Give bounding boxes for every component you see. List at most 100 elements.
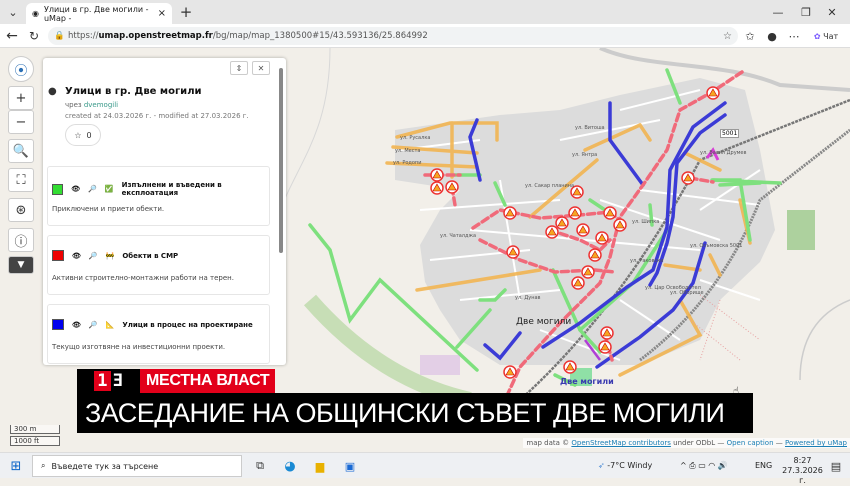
- eye-icon[interactable]: 👁: [72, 321, 81, 329]
- construction-marker-icon[interactable]: [706, 86, 720, 100]
- zoom-in-button[interactable]: +: [8, 86, 34, 110]
- star-icon: ☆: [74, 130, 82, 140]
- construction-marker-icon[interactable]: [503, 206, 517, 220]
- panel-scrollbar[interactable]: [278, 64, 284, 354]
- star-button[interactable]: ☆ 0: [65, 124, 101, 146]
- layer-title[interactable]: Обекти в СМР: [122, 252, 178, 260]
- language-indicator[interactable]: ENG: [755, 461, 772, 470]
- expand-panel-button[interactable]: ⇕: [230, 61, 248, 75]
- more-controls-icon[interactable]: ▼: [8, 256, 34, 274]
- outlook-icon[interactable]: ▣: [340, 456, 360, 476]
- construction-marker-icon[interactable]: [545, 225, 559, 239]
- search-icon[interactable]: 🔍: [8, 139, 34, 163]
- back-button[interactable]: ←: [2, 26, 22, 46]
- street-label: ул. Васил Друмев: [700, 150, 747, 156]
- layer-color-swatch: [52, 183, 64, 195]
- start-button[interactable]: ⊞: [6, 456, 26, 476]
- scale-ft: 1000 ft: [10, 436, 60, 446]
- street-label: ул. Родопи: [393, 160, 422, 166]
- construction-marker-icon[interactable]: [576, 223, 590, 237]
- layer-description: Приключени и приети обекти.: [52, 205, 165, 213]
- edge-icon[interactable]: ◕: [280, 456, 300, 476]
- street-label: ул. Витоша: [575, 125, 605, 131]
- maximize-button[interactable]: ❐: [796, 2, 816, 22]
- construction-marker-icon[interactable]: [563, 360, 577, 374]
- close-window-button[interactable]: ✕: [822, 2, 842, 22]
- umap-home-icon[interactable]: ⦿: [8, 56, 34, 82]
- construction-marker-icon[interactable]: [555, 216, 569, 230]
- info-icon[interactable]: ⓘ: [8, 228, 34, 252]
- author-link[interactable]: dvemogili: [84, 101, 118, 109]
- new-tab-button[interactable]: +: [176, 2, 196, 22]
- layer-card: 👁 🔎 🚧 Обекти в СМР Активни строително-монтаж…: [47, 235, 270, 295]
- street-label: ул. Янтра: [572, 152, 598, 158]
- map-title: Улици в гр. Две могили: [65, 86, 202, 97]
- notifications-icon[interactable]: ▤: [826, 456, 846, 476]
- copilot-button[interactable]: ✿ Чат: [806, 26, 846, 46]
- layer-card: 👁 🔎 ✅ Изпълнени и въведени в експлоатация Пр…: [47, 166, 270, 226]
- tab-umap[interactable]: ◉ Улици в гр. Две могили - uMap - ×: [26, 3, 172, 24]
- headline: ЗАСЕДАНИЕ НА ОБЩИНСКИ СЪВЕТ ДВЕ МОГИЛИ: [77, 393, 753, 433]
- fullscreen-icon[interactable]: ⛶: [8, 168, 34, 192]
- construction-marker-icon[interactable]: [600, 326, 614, 340]
- map-dates: created at 24.03.2026 г. - modified at 2…: [65, 112, 249, 120]
- construction-marker-icon[interactable]: [506, 245, 520, 259]
- channel-logo: 1Ǝ: [77, 369, 140, 393]
- taskbar: ⊞ ⌕ Въведете тук за търсене ⧉ ◕ ▆ ▣ ➶ -7°…: [0, 452, 850, 485]
- zoom-to-layer-icon[interactable]: 🔎: [88, 185, 97, 193]
- construction-marker-icon[interactable]: [445, 180, 459, 194]
- construction-marker-icon[interactable]: [613, 218, 627, 232]
- weather-widget[interactable]: ➶ -7°C Windy: [598, 461, 652, 470]
- street-label: ул. Русалка: [400, 135, 431, 141]
- zoom-to-layer-icon[interactable]: 🔎: [89, 252, 98, 260]
- eye-icon[interactable]: 👁: [71, 185, 80, 193]
- share-icon[interactable]: ⊛: [8, 198, 34, 222]
- more-menu-icon[interactable]: ⋯: [784, 26, 804, 46]
- layer-emoji-icon: 🚧: [105, 251, 115, 260]
- minimize-button[interactable]: —: [768, 2, 788, 22]
- clock[interactable]: 8:27 27.3.2026 г.: [780, 456, 825, 486]
- street-label: ул. Шипка: [632, 219, 660, 225]
- url-field[interactable]: 🔒 https://umap.openstreetmap.fr/bg/map/m…: [48, 27, 738, 45]
- road-number-label: 5001: [720, 129, 740, 138]
- construction-marker-icon[interactable]: [588, 248, 602, 262]
- layer-card: 👁 🔎 📐 Улици в процес на проектиране Текущо и…: [47, 304, 270, 364]
- close-panel-button[interactable]: ✕: [252, 61, 270, 75]
- construction-marker-icon[interactable]: [598, 340, 612, 354]
- profile-avatar[interactable]: ●: [762, 26, 782, 46]
- zoom-to-layer-icon[interactable]: 🔎: [89, 321, 98, 329]
- construction-marker-icon[interactable]: [503, 365, 517, 379]
- layer-emoji-icon: 📐: [105, 320, 115, 329]
- task-view-icon[interactable]: ⧉: [250, 456, 270, 476]
- close-tab-icon[interactable]: ×: [158, 8, 166, 19]
- layer-description: Текущо изготвяне на инвестиционни проект…: [52, 343, 226, 351]
- construction-marker-icon[interactable]: [581, 265, 595, 279]
- reload-button[interactable]: ↻: [24, 26, 44, 46]
- construction-marker-icon[interactable]: [681, 171, 695, 185]
- layer-title[interactable]: Изпълнени и въведени в експлоатация: [122, 181, 269, 197]
- construction-marker-icon[interactable]: [430, 168, 444, 182]
- map-attribution: map data © OpenStreetMap contributors un…: [523, 438, 850, 448]
- taskbar-search[interactable]: ⌕ Въведете тук за търсене: [32, 455, 242, 477]
- favorite-star-icon[interactable]: ☆: [723, 31, 732, 42]
- tab-title: Улици в гр. Две могили - uMap -: [43, 4, 149, 23]
- favorites-icon[interactable]: ✩: [740, 26, 760, 46]
- tab-list-icon[interactable]: ⌄: [3, 2, 23, 22]
- kicker-banner: МЕСТНА ВЛАСТ: [140, 369, 276, 393]
- layer-title[interactable]: Улици в процес на проектиране: [122, 321, 252, 329]
- zoom-out-button[interactable]: −: [8, 110, 34, 134]
- map-info-panel: ⇕ ✕ ● Улици в гр. Две могили чрез dvemog…: [43, 58, 286, 365]
- file-explorer-icon[interactable]: ▆: [310, 456, 330, 476]
- construction-marker-icon[interactable]: [595, 231, 609, 245]
- construction-marker-icon[interactable]: [571, 276, 585, 290]
- layer-color-swatch: [52, 319, 64, 330]
- town-label: Две могили: [516, 317, 572, 327]
- scale-m: 300 m: [10, 425, 60, 434]
- tray-icons[interactable]: ^ ⎙ ▭ ◠ 🔊: [680, 461, 728, 471]
- construction-marker-icon[interactable]: [430, 181, 444, 195]
- search-icon: ⌕: [41, 461, 46, 470]
- eye-icon[interactable]: 👁: [72, 252, 81, 260]
- street-label: ул. Оборище: [670, 290, 704, 296]
- construction-marker-icon[interactable]: [603, 206, 617, 220]
- construction-marker-icon[interactable]: [568, 206, 582, 220]
